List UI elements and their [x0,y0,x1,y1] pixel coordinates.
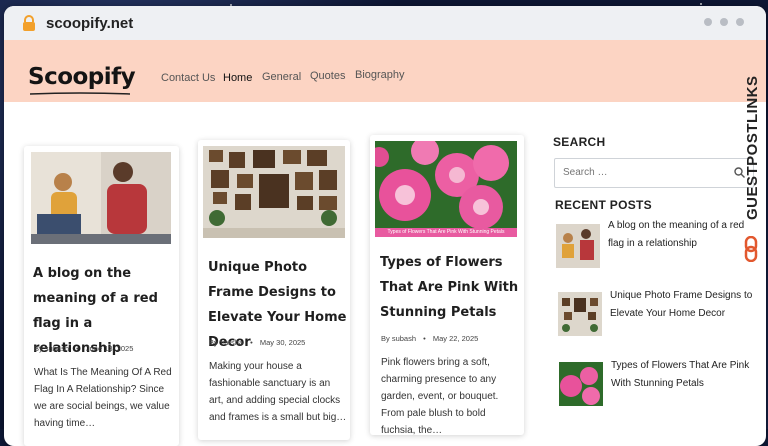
search-heading: SEARCH [553,135,606,149]
post-card: A blog on the meaning of a red flag in a… [24,146,179,446]
recent-post-link[interactable]: A blog on the meaning of a red flag in a… [608,217,754,253]
svg-text:GUESTPOSTLINKS: GUESTPOSTLINKS [744,75,761,220]
post-meta: By subash • June 13, 2025 [34,344,134,353]
post-excerpt: Pink flowers bring a soft, charming pres… [381,357,499,436]
post-meta: By subash • May 22, 2025 [381,334,479,343]
post-card: Types of Flowers That Are Pink With Stun… [370,135,524,436]
post-author[interactable]: Varsha [220,338,243,347]
browser-address-bar: scoopify.net [4,6,766,41]
recent-post-thumbnail[interactable] [558,292,602,336]
lock-icon [23,15,35,31]
recent-post-link[interactable]: Types of Flowers That Are Pink With Stun… [611,357,757,393]
window-controls [704,18,744,26]
post-author[interactable]: subash [45,344,69,353]
post-date: May 22, 2025 [432,334,479,343]
nav-quotes[interactable]: Quotes [310,70,345,82]
logo-swoosh-icon [30,92,130,95]
post-thumbnail[interactable] [31,152,171,244]
post-excerpt: Making your house a fashionable sanctuar… [209,361,347,423]
recent-post-link[interactable]: Unique Photo Frame Designs to Elevate Yo… [610,287,760,323]
post-meta: By Varsha • May 30, 2025 [209,338,306,347]
post-author[interactable]: subash [392,334,416,343]
nav-contact-us[interactable]: Contact Us [161,72,215,84]
guestpostlinks-watermark: GUESTPOSTLINKS [740,40,762,262]
post-card: Unique Photo Frame Designs to Elevate Yo… [198,140,350,440]
browser-window: scoopify.net Scoopify Contact Us Home Ge… [4,6,766,446]
window-dot-icon[interactable] [736,18,744,26]
search-input[interactable] [561,166,725,179]
search-box [554,158,754,188]
nav-general[interactable]: General [262,71,301,83]
url-text[interactable]: scoopify.net [46,15,133,32]
link-icon [744,236,758,262]
post-thumbnail[interactable] [203,146,345,238]
window-dot-icon[interactable] [704,18,712,26]
nav-biography[interactable]: Biography [355,69,405,81]
site-logo[interactable]: Scoopify [28,64,136,90]
post-date: May 30, 2025 [259,338,306,347]
recent-post-thumbnail[interactable] [559,362,603,406]
post-date: June 13, 2025 [85,344,134,353]
recent-post-thumbnail[interactable] [556,224,600,268]
recent-posts-heading: RECENT POSTS [555,198,652,212]
nav-home[interactable]: Home [223,72,252,84]
post-thumbnail[interactable]: Types of Flowers That Are Pink With Stun… [375,141,517,237]
post-title[interactable]: Types of Flowers That Are Pink With Stun… [380,250,522,325]
post-excerpt: What Is The Meaning Of A Red Flag In A R… [34,367,172,429]
image-caption: Types of Flowers That Are Pink With Stun… [375,228,517,237]
window-dot-icon[interactable] [720,18,728,26]
